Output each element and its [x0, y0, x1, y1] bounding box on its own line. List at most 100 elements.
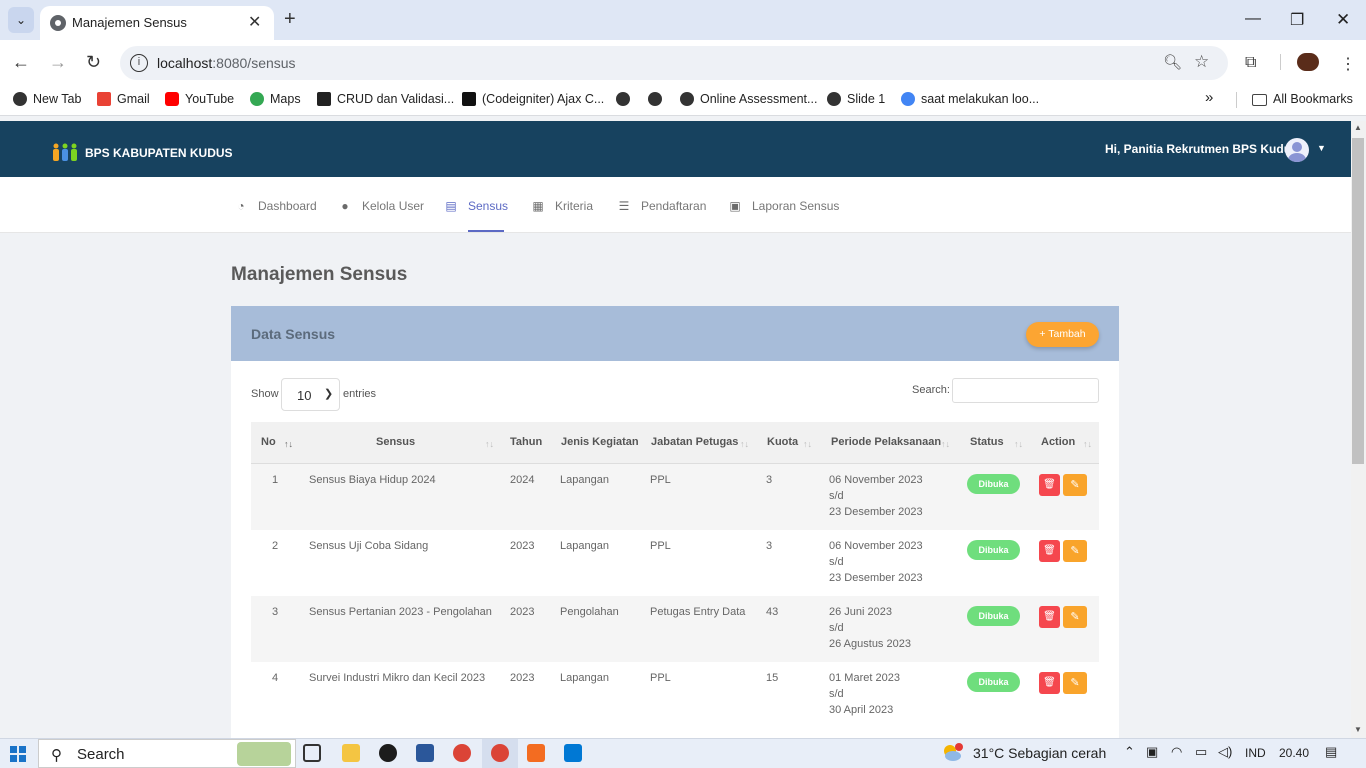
user-avatar[interactable] [1285, 138, 1309, 162]
new-tab-button[interactable]: + [284, 8, 296, 31]
col-tahun[interactable]: Tahun [510, 436, 542, 448]
restore-button[interactable]: ❐ [1290, 10, 1304, 30]
all-bookmarks-folder[interactable]: All Bookmarks [1252, 92, 1353, 106]
card-header [231, 306, 1119, 361]
app-icon[interactable] [379, 744, 397, 762]
menu-kelola-user[interactable]: ● Kelola User [338, 199, 424, 213]
system-tray-icon[interactable]: ▣ [1146, 744, 1158, 760]
site-info-icon[interactable]: i [130, 54, 148, 72]
bookmark-gmail[interactable]: Gmail [97, 92, 150, 106]
menu-dashboard[interactable]: ◔ Dashboard [234, 199, 316, 213]
file-explorer-icon[interactable] [342, 744, 360, 762]
clock[interactable]: 20.40 [1279, 746, 1309, 760]
bookmark-slide[interactable]: Slide 1 [827, 92, 885, 106]
cell-tahun: 2023 [510, 540, 535, 552]
sort-icon[interactable]: ↑↓ [941, 439, 950, 449]
sort-icon[interactable]: ↑↓ [485, 439, 494, 449]
caret-down-icon[interactable]: ▼ [1317, 143, 1326, 153]
table-search-input[interactable] [952, 378, 1099, 403]
trash-icon: 🗑︎ [1043, 611, 1056, 622]
sort-icon[interactable]: ↑↓ [1014, 439, 1023, 449]
taskbar-search[interactable]: ⚲ Search [38, 739, 296, 768]
language-indicator[interactable]: IND [1245, 746, 1266, 760]
cell-no: 3 [272, 606, 279, 618]
entries-select[interactable]: 10 ❯ [281, 378, 340, 411]
reload-button[interactable]: ↻ [86, 52, 101, 73]
more-bookmarks-icon[interactable]: » [1205, 89, 1213, 106]
col-jenis-kegiatan[interactable]: Jenis Kegiatan [561, 436, 639, 448]
bookmark-codeigniter[interactable]: (Codeigniter) Ajax C... [462, 92, 604, 106]
edit-button[interactable]: ✎ [1063, 474, 1087, 496]
col-periode[interactable]: Periode Pelaksanaan [831, 436, 941, 448]
battery-icon[interactable]: ▭ [1195, 744, 1207, 760]
forward-button[interactable]: → [49, 52, 67, 73]
clipboard-check-icon: ▣ [729, 199, 741, 213]
notification-icon[interactable]: ▤ [1325, 744, 1337, 760]
extensions-icon[interactable]: ⧉ [1245, 54, 1256, 72]
bookmark-globe-1[interactable] [616, 92, 636, 106]
delete-button[interactable]: 🗑︎ [1039, 540, 1060, 562]
chrome-active-icon[interactable] [491, 744, 509, 762]
col-status[interactable]: Status [970, 436, 1004, 448]
windows-start-icon[interactable] [10, 746, 26, 762]
menu-sensus[interactable]: ▤ Sensus [444, 199, 508, 213]
sort-icon[interactable]: ↑↓ [740, 439, 749, 449]
chevron-up-icon[interactable]: ⌃ [1124, 744, 1135, 760]
wifi-icon[interactable]: ◠ [1171, 744, 1182, 760]
col-jabatan-petugas[interactable]: Jabatan Petugas [651, 436, 738, 448]
back-button[interactable]: ← [12, 52, 30, 73]
clipboard-icon: ▤ [445, 199, 457, 213]
bookmark-star-icon[interactable]: ☆ [1194, 52, 1209, 72]
taskbar-search-label: Search [77, 746, 125, 763]
user-greeting[interactable]: Hi, Panitia Rekrutmen BPS Kudus [1105, 142, 1298, 156]
weather-text[interactable]: 31°C Sebagian cerah [973, 745, 1106, 761]
edit-button[interactable]: ✎ [1063, 672, 1087, 694]
bookmark-youtube[interactable]: YouTube [165, 92, 234, 106]
bookmark-maps[interactable]: Maps [250, 92, 301, 106]
scroll-up-arrow-icon[interactable]: ▲ [1354, 123, 1362, 132]
brand-title[interactable]: BPS KABUPATEN KUDUS [85, 146, 233, 160]
delete-button[interactable]: 🗑︎ [1039, 474, 1060, 496]
address-bar[interactable]: i localhost:8080/sensus 🔍︎ ☆ [120, 46, 1228, 80]
col-sensus[interactable]: Sensus [376, 436, 415, 448]
chrome-icon[interactable] [453, 744, 471, 762]
task-view-icon[interactable] [303, 744, 321, 762]
delete-button[interactable]: 🗑︎ [1039, 672, 1060, 694]
close-tab-icon[interactable]: ✕ [248, 12, 261, 32]
scroll-down-arrow-icon[interactable]: ▼ [1354, 725, 1362, 734]
bookmark-globe-2[interactable] [648, 92, 668, 106]
col-action[interactable]: Action [1041, 436, 1075, 448]
edit-button[interactable]: ✎ [1063, 606, 1087, 628]
close-window-button[interactable]: ✕ [1336, 10, 1350, 30]
delete-button[interactable]: 🗑︎ [1039, 606, 1060, 628]
sort-icon[interactable]: ↑↓ [803, 439, 812, 449]
zoom-icon[interactable]: 🔍︎ [1163, 53, 1182, 71]
scrollbar-thumb[interactable] [1352, 138, 1364, 464]
bookmark-new-tab[interactable]: New Tab [13, 92, 81, 106]
cell-periode: 01 Maret 2023 s/d 30 April 2023 [829, 672, 900, 716]
edit-button[interactable]: ✎ [1063, 540, 1087, 562]
menu-pendaftaran[interactable]: ☰ Pendaftaran [617, 199, 707, 213]
cell-tahun: 2023 [510, 606, 535, 618]
browser-tab[interactable]: Manajemen Sensus ✕ [40, 6, 274, 40]
browser-menu-icon[interactable]: ⋮ [1340, 54, 1356, 74]
cell-periode: 06 November 2023 s/d 23 Desember 2023 [829, 540, 923, 584]
bookmark-google-search[interactable]: saat melakukan loo... [901, 92, 1039, 106]
tambah-button[interactable]: + Tambah [1026, 322, 1099, 347]
sort-asc-icon[interactable]: ↑↓ [284, 439, 293, 449]
col-no[interactable]: No [261, 436, 276, 448]
col-kuota[interactable]: Kuota [767, 436, 798, 448]
bookmark-online-assessment[interactable]: Online Assessment... [680, 92, 817, 106]
volume-icon[interactable]: ◁) [1218, 744, 1232, 760]
profile-avatar[interactable] [1297, 53, 1319, 71]
tab-search-menu-button[interactable]: ⌄ [8, 7, 34, 33]
vscode-icon[interactable] [564, 744, 582, 762]
status-badge: Dibuka [967, 474, 1020, 494]
menu-kriteria[interactable]: ▦ Kriteria [531, 199, 593, 213]
word-icon[interactable] [416, 744, 434, 762]
menu-laporan-sensus[interactable]: ▣ Laporan Sensus [728, 199, 839, 213]
minimize-button[interactable]: — [1245, 10, 1261, 28]
sort-icon[interactable]: ↑↓ [1083, 439, 1092, 449]
xampp-icon[interactable] [527, 744, 545, 762]
bookmark-crud[interactable]: CRUD dan Validasi... [317, 92, 454, 106]
